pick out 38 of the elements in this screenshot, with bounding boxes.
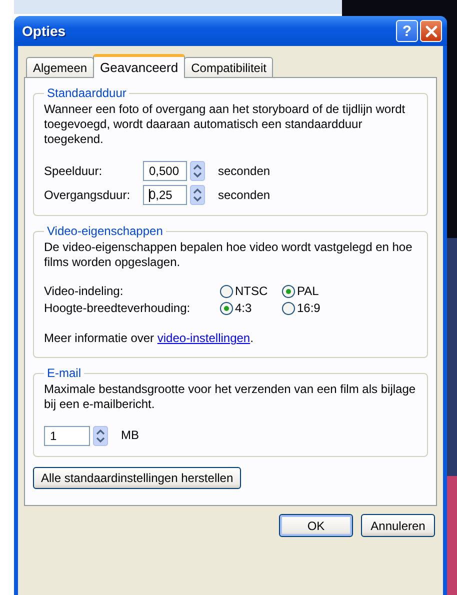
close-icon [424,24,438,38]
radio-button[interactable] [220,302,233,314]
radio-option[interactable]: NTSC [220,284,282,298]
number-field[interactable]: 1 [44,426,90,446]
reset-button[interactable]: Alle standaardinstellingen herstellen [33,467,242,489]
tab[interactable]: Algemeen [26,57,94,77]
info-text: Meer informatie over video-instellingen. [44,331,254,345]
field-label: Speelduur: [44,164,104,178]
dialog-button[interactable]: OK [279,514,353,537]
option-label: Video-indeling: [44,284,124,298]
dialog-button[interactable]: Annuleren [361,514,435,537]
number-field[interactable]: 0,500 [143,161,187,181]
group-title: Video-eigenschappen [46,224,164,238]
spinner-arrows-icon[interactable] [190,161,205,181]
field-label: Overgangsduur: [44,188,132,202]
unit-label: seconden [218,164,270,178]
settings-link[interactable]: video-instellingen [157,331,250,345]
option-label: Hoogte-breedteverhouding: [44,301,192,315]
number-field[interactable]: 0,25 [143,185,187,205]
close-button[interactable] [420,20,442,42]
unit-label: seconden [218,188,270,202]
radio-option[interactable]: 4:3 [220,301,282,315]
radio-option[interactable]: 16:9 [282,301,417,315]
description-text: De video-eigenschappen bepalen hoe video wordt vastgelegd en hoe films worden opgeslagen. [44,240,414,270]
group-title: E-mail [46,366,82,380]
tab[interactable]: Compatibiliteit [184,57,274,77]
description-text: Maximale bestandsgrootte voor het verzenden van een film als bijlage bij een e-mailbericht. [44,382,417,412]
window-title: Opties [22,23,66,39]
radio-button[interactable] [282,302,295,314]
spinner-arrows-icon[interactable] [93,426,108,446]
group-title: Standaardduur [46,86,128,100]
radio-button[interactable] [282,284,295,298]
tab[interactable]: Geavanceerd [93,54,186,78]
radio-option[interactable]: PAL [282,284,417,298]
description-text: Wanneer een foto of overgang aan het storyboard of de tijdlijn wordt toegevoegd, wordt daaraan automatisch een standaardduur toegekend. [44,102,406,147]
spinner-arrows-icon[interactable] [190,185,205,205]
radio-button[interactable] [220,284,233,298]
unit-label: MB [121,428,139,442]
